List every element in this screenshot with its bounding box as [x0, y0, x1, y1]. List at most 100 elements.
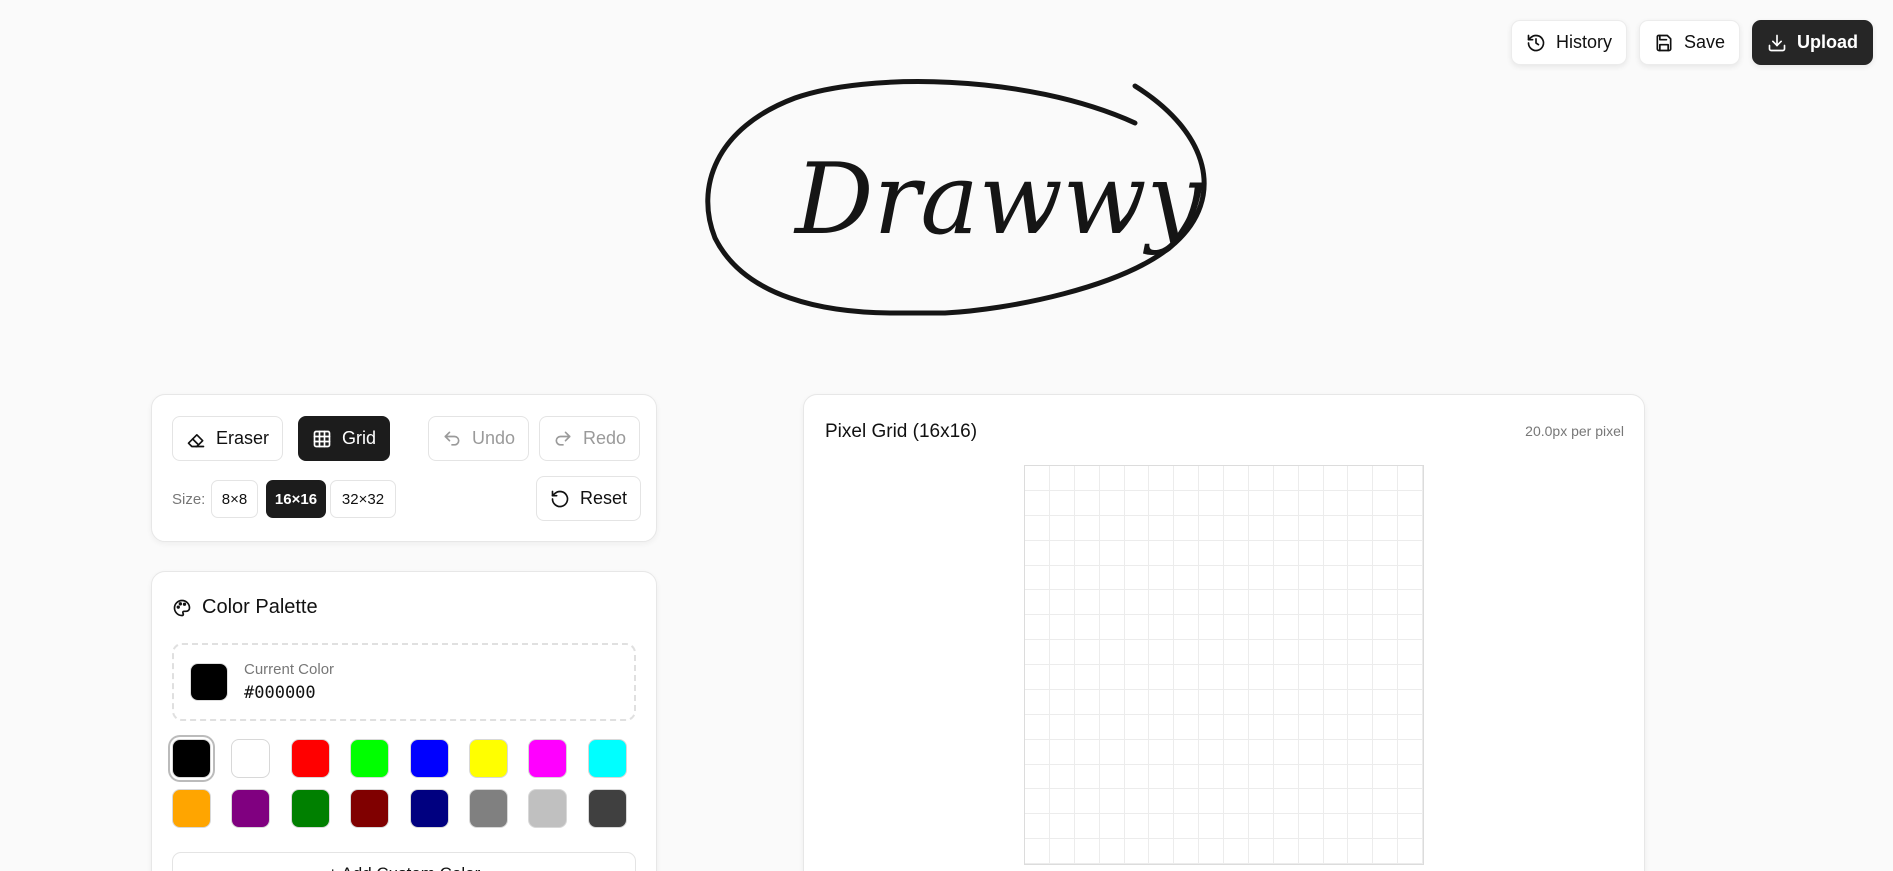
- pixel-cell[interactable]: [1323, 490, 1349, 516]
- pixel-cell[interactable]: [1099, 615, 1125, 641]
- pixel-cell[interactable]: [1025, 565, 1050, 591]
- pixel-cell[interactable]: [1199, 590, 1224, 616]
- pixel-cell[interactable]: [1348, 640, 1374, 665]
- size-8-button[interactable]: 8×8: [211, 480, 258, 518]
- pixel-cell[interactable]: [1174, 490, 1200, 516]
- pixel-cell[interactable]: [1124, 515, 1150, 541]
- pixel-cell[interactable]: [1099, 540, 1125, 566]
- color-swatch[interactable]: [587, 789, 627, 828]
- pixel-cell[interactable]: [1298, 466, 1324, 491]
- pixel-cell[interactable]: [1174, 665, 1200, 690]
- pixel-cell[interactable]: [1074, 665, 1100, 690]
- pixel-cell[interactable]: [1298, 590, 1324, 616]
- pixel-cell[interactable]: [1248, 466, 1274, 491]
- pixel-cell[interactable]: [1398, 714, 1423, 740]
- pixel-cell[interactable]: [1174, 714, 1200, 740]
- pixel-cell[interactable]: [1224, 665, 1249, 690]
- pixel-cell[interactable]: [1149, 764, 1175, 790]
- pixel-cell[interactable]: [1074, 814, 1100, 840]
- pixel-cell[interactable]: [1174, 565, 1200, 591]
- pixel-cell[interactable]: [1099, 565, 1125, 591]
- pixel-cell[interactable]: [1224, 739, 1249, 765]
- pixel-cell[interactable]: [1373, 466, 1399, 491]
- pixel-cell[interactable]: [1199, 839, 1224, 864]
- pixel-cell[interactable]: [1199, 515, 1224, 541]
- pixel-cell[interactable]: [1348, 739, 1374, 765]
- pixel-cell[interactable]: [1124, 540, 1150, 566]
- pixel-cell[interactable]: [1224, 565, 1249, 591]
- pixel-cell[interactable]: [1248, 814, 1274, 840]
- pixel-cell[interactable]: [1323, 565, 1349, 591]
- pixel-cell[interactable]: [1099, 515, 1125, 541]
- pixel-cell[interactable]: [1373, 739, 1399, 765]
- pixel-cell[interactable]: [1224, 789, 1249, 815]
- pixel-cell[interactable]: [1149, 466, 1175, 491]
- pixel-grid-canvas[interactable]: [1024, 465, 1424, 865]
- pixel-cell[interactable]: [1224, 814, 1249, 840]
- color-swatch[interactable]: [231, 739, 271, 778]
- pixel-cell[interactable]: [1398, 764, 1423, 790]
- pixel-cell[interactable]: [1224, 540, 1249, 566]
- pixel-cell[interactable]: [1323, 590, 1349, 616]
- pixel-cell[interactable]: [1174, 515, 1200, 541]
- pixel-cell[interactable]: [1199, 640, 1224, 665]
- pixel-cell[interactable]: [1049, 839, 1075, 864]
- pixel-cell[interactable]: [1323, 689, 1349, 715]
- pixel-cell[interactable]: [1149, 665, 1175, 690]
- pixel-cell[interactable]: [1174, 689, 1200, 715]
- pixel-cell[interactable]: [1248, 590, 1274, 616]
- pixel-cell[interactable]: [1124, 490, 1150, 516]
- pixel-cell[interactable]: [1248, 839, 1274, 864]
- color-swatch[interactable]: [409, 739, 449, 778]
- pixel-cell[interactable]: [1348, 665, 1374, 690]
- pixel-cell[interactable]: [1323, 466, 1349, 491]
- pixel-cell[interactable]: [1149, 814, 1175, 840]
- pixel-cell[interactable]: [1248, 689, 1274, 715]
- pixel-cell[interactable]: [1199, 814, 1224, 840]
- pixel-cell[interactable]: [1199, 466, 1224, 491]
- pixel-cell[interactable]: [1099, 590, 1125, 616]
- pixel-cell[interactable]: [1174, 839, 1200, 864]
- pixel-cell[interactable]: [1398, 590, 1423, 616]
- pixel-cell[interactable]: [1298, 714, 1324, 740]
- pixel-cell[interactable]: [1149, 714, 1175, 740]
- pixel-cell[interactable]: [1124, 789, 1150, 815]
- pixel-cell[interactable]: [1348, 565, 1374, 591]
- pixel-cell[interactable]: [1273, 640, 1299, 665]
- pixel-cell[interactable]: [1049, 764, 1075, 790]
- pixel-cell[interactable]: [1025, 540, 1050, 566]
- pixel-cell[interactable]: [1124, 665, 1150, 690]
- pixel-cell[interactable]: [1298, 540, 1324, 566]
- pixel-cell[interactable]: [1373, 665, 1399, 690]
- pixel-cell[interactable]: [1348, 764, 1374, 790]
- pixel-cell[interactable]: [1099, 739, 1125, 765]
- pixel-cell[interactable]: [1298, 839, 1324, 864]
- pixel-cell[interactable]: [1248, 490, 1274, 516]
- pixel-cell[interactable]: [1199, 490, 1224, 516]
- pixel-cell[interactable]: [1099, 714, 1125, 740]
- color-swatch[interactable]: [409, 789, 449, 828]
- pixel-cell[interactable]: [1124, 714, 1150, 740]
- pixel-cell[interactable]: [1398, 490, 1423, 516]
- pixel-cell[interactable]: [1348, 490, 1374, 516]
- pixel-cell[interactable]: [1025, 615, 1050, 641]
- pixel-cell[interactable]: [1248, 714, 1274, 740]
- pixel-cell[interactable]: [1248, 665, 1274, 690]
- size-16-button[interactable]: 16×16: [266, 480, 326, 518]
- pixel-cell[interactable]: [1025, 515, 1050, 541]
- pixel-cell[interactable]: [1149, 689, 1175, 715]
- color-swatch[interactable]: [172, 789, 211, 828]
- pixel-cell[interactable]: [1373, 540, 1399, 566]
- pixel-cell[interactable]: [1373, 839, 1399, 864]
- pixel-cell[interactable]: [1373, 565, 1399, 591]
- pixel-cell[interactable]: [1273, 739, 1299, 765]
- pixel-cell[interactable]: [1074, 839, 1100, 864]
- pixel-cell[interactable]: [1049, 814, 1075, 840]
- pixel-cell[interactable]: [1373, 714, 1399, 740]
- pixel-cell[interactable]: [1224, 515, 1249, 541]
- pixel-cell[interactable]: [1398, 689, 1423, 715]
- pixel-cell[interactable]: [1099, 689, 1125, 715]
- pixel-cell[interactable]: [1348, 540, 1374, 566]
- pixel-cell[interactable]: [1224, 764, 1249, 790]
- pixel-cell[interactable]: [1025, 466, 1050, 491]
